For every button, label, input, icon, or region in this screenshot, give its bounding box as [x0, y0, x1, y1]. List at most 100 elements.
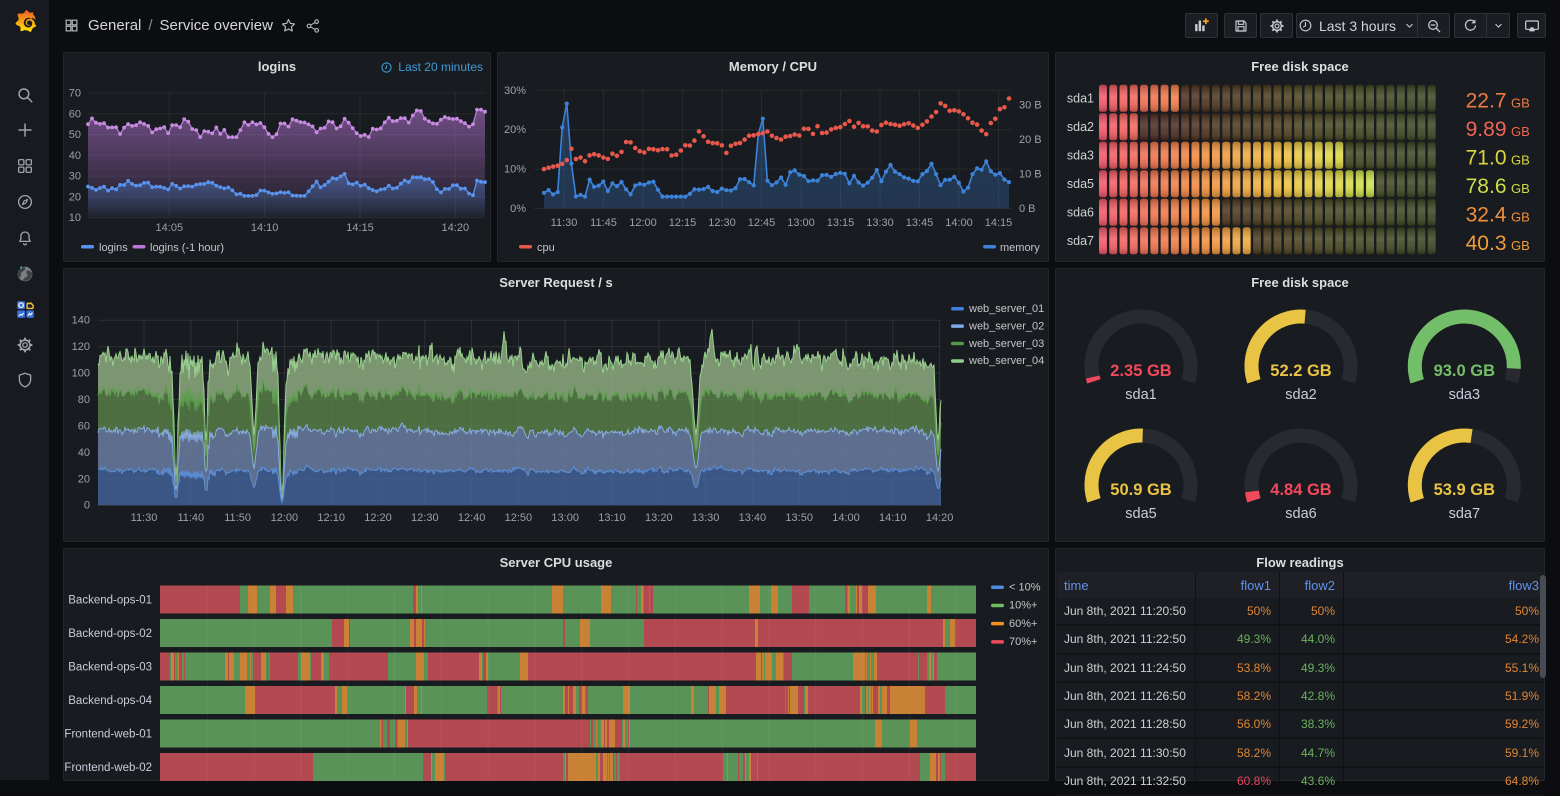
svg-text:sda7: sda7 [1449, 506, 1480, 522]
svg-text:web_server_03: web_server_03 [968, 338, 1044, 350]
svg-text:12:20: 12:20 [364, 512, 392, 524]
svg-text:12:40: 12:40 [458, 512, 486, 524]
svg-text:50.9 GB: 50.9 GB [1110, 481, 1172, 499]
svg-text:0: 0 [84, 500, 90, 512]
svg-text:13:15: 13:15 [827, 217, 855, 229]
svg-text:< 10%: < 10% [1009, 582, 1041, 594]
svg-text:20: 20 [69, 191, 81, 203]
svg-text:10 B: 10 B [1019, 168, 1042, 180]
svg-text:20: 20 [78, 473, 90, 485]
svg-text:sda2: sda2 [1285, 387, 1316, 403]
svg-text:12:50: 12:50 [505, 512, 533, 524]
svg-text:60: 60 [78, 420, 90, 432]
svg-text:52.2 GB: 52.2 GB [1270, 362, 1332, 380]
svg-text:12:00: 12:00 [629, 217, 657, 229]
svg-text:14:05: 14:05 [156, 222, 184, 234]
svg-text:14:00: 14:00 [945, 217, 973, 229]
svg-text:GB: GB [1511, 238, 1530, 253]
svg-text:GB: GB [1511, 152, 1530, 167]
svg-text:40.3: 40.3 [1466, 232, 1507, 255]
svg-text:sda7: sda7 [1067, 234, 1094, 248]
svg-text:11:30: 11:30 [551, 217, 578, 229]
svg-text:32.4: 32.4 [1466, 203, 1507, 226]
svg-text:9.89: 9.89 [1466, 118, 1507, 141]
svg-text:13:30: 13:30 [866, 217, 894, 229]
svg-text:14:20: 14:20 [442, 222, 470, 234]
svg-text:11:40: 11:40 [177, 512, 204, 524]
svg-text:80: 80 [78, 394, 90, 406]
svg-text:140: 140 [72, 315, 90, 327]
svg-text:10: 10 [69, 212, 81, 224]
svg-text:53.9 GB: 53.9 GB [1434, 481, 1496, 499]
svg-text:13:00: 13:00 [787, 217, 815, 229]
svg-text:60: 60 [69, 108, 81, 120]
svg-text:13:00: 13:00 [551, 512, 579, 524]
svg-text:sda6: sda6 [1285, 506, 1316, 522]
svg-text:14:15: 14:15 [346, 222, 374, 234]
svg-text:web_server_02: web_server_02 [968, 320, 1044, 332]
svg-text:12:30: 12:30 [411, 512, 439, 524]
svg-text:logins (-1 hour): logins (-1 hour) [150, 242, 224, 254]
svg-text:12:00: 12:00 [271, 512, 299, 524]
svg-text:13:30: 13:30 [692, 512, 720, 524]
svg-text:12:10: 12:10 [317, 512, 345, 524]
svg-text:Backend-ops-02: Backend-ops-02 [68, 628, 152, 640]
svg-text:12:15: 12:15 [669, 217, 697, 229]
svg-text:sda5: sda5 [1125, 506, 1156, 522]
svg-text:14:00: 14:00 [832, 512, 860, 524]
svg-text:10%+: 10%+ [1009, 600, 1037, 612]
svg-text:sda3: sda3 [1449, 387, 1480, 403]
svg-text:GB: GB [1511, 124, 1530, 139]
svg-text:60%+: 60%+ [1009, 618, 1037, 630]
svg-text:14:20: 14:20 [926, 512, 954, 524]
svg-text:13:50: 13:50 [785, 512, 813, 524]
svg-text:sda1: sda1 [1125, 387, 1156, 403]
svg-text:sda3: sda3 [1067, 148, 1094, 162]
svg-text:14:10: 14:10 [879, 512, 907, 524]
svg-text:Frontend-web-01: Frontend-web-01 [64, 729, 152, 741]
svg-text:Backend-ops-03: Backend-ops-03 [68, 662, 152, 674]
svg-text:78.6: 78.6 [1466, 175, 1507, 198]
svg-text:22.7: 22.7 [1466, 89, 1507, 112]
svg-text:sda5: sda5 [1067, 177, 1094, 191]
svg-text:30 B: 30 B [1019, 100, 1042, 112]
svg-text:13:20: 13:20 [645, 512, 673, 524]
svg-text:50: 50 [69, 129, 81, 141]
svg-text:0%: 0% [510, 203, 526, 215]
svg-text:memory: memory [1000, 242, 1040, 254]
svg-text:14:10: 14:10 [251, 222, 279, 234]
svg-text:GB: GB [1511, 95, 1530, 110]
svg-text:web_server_04: web_server_04 [968, 355, 1044, 367]
svg-text:12:45: 12:45 [748, 217, 776, 229]
svg-text:20%: 20% [504, 124, 526, 136]
svg-text:web_server_01: web_server_01 [968, 303, 1044, 315]
svg-text:71.0: 71.0 [1466, 146, 1507, 169]
svg-text:sda1: sda1 [1067, 91, 1094, 105]
svg-text:40: 40 [69, 150, 81, 162]
svg-text:12:30: 12:30 [708, 217, 736, 229]
svg-text:13:40: 13:40 [739, 512, 767, 524]
svg-text:10%: 10% [504, 164, 526, 176]
svg-text:Backend-ops-04: Backend-ops-04 [68, 695, 152, 707]
svg-text:Frontend-web-02: Frontend-web-02 [64, 762, 152, 774]
svg-text:GB: GB [1511, 209, 1530, 224]
svg-text:logins: logins [99, 242, 128, 254]
svg-text:14:15: 14:15 [985, 217, 1013, 229]
svg-text:Backend-ops-01: Backend-ops-01 [68, 595, 152, 607]
svg-text:40: 40 [78, 447, 90, 459]
svg-text:20 B: 20 B [1019, 134, 1042, 146]
svg-text:13:45: 13:45 [906, 217, 934, 229]
svg-text:4.84 GB: 4.84 GB [1270, 481, 1332, 499]
svg-text:11:45: 11:45 [590, 217, 617, 229]
svg-text:120: 120 [72, 341, 90, 353]
svg-text:93.0 GB: 93.0 GB [1434, 362, 1496, 380]
svg-text:GB: GB [1511, 181, 1530, 196]
svg-text:11:50: 11:50 [224, 512, 251, 524]
svg-text:0 B: 0 B [1019, 203, 1036, 215]
svg-text:70: 70 [69, 88, 81, 100]
svg-text:11:30: 11:30 [131, 512, 158, 524]
svg-text:2.35 GB: 2.35 GB [1110, 362, 1172, 380]
svg-text:30%: 30% [504, 85, 526, 97]
svg-text:70%+: 70%+ [1009, 636, 1037, 648]
svg-text:13:10: 13:10 [598, 512, 626, 524]
